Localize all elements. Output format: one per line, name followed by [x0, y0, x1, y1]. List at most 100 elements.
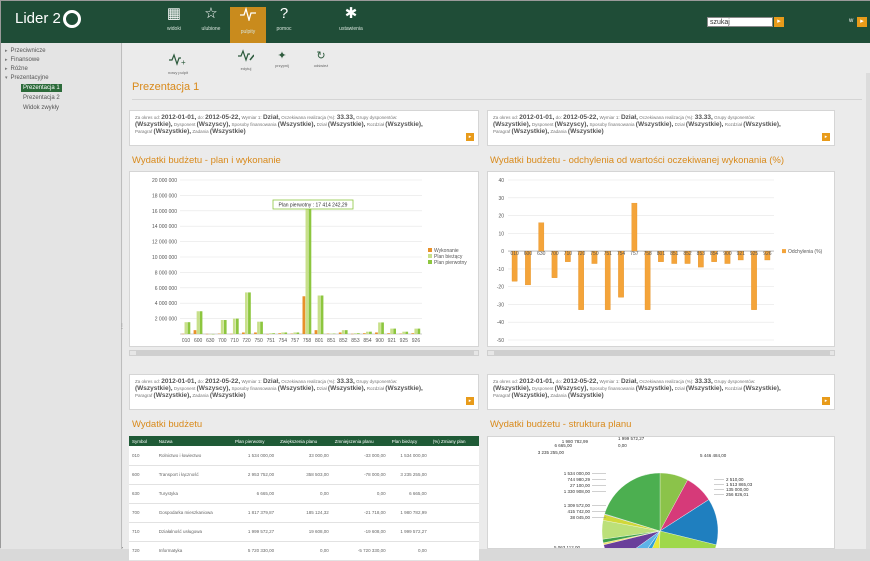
x-tick-label: 921 — [388, 338, 397, 344]
sidebar: ▸Przeciwnicze ▸Finansowe ▸Różne ▾Prezent… — [1, 43, 122, 549]
expand-arrow-icon: ▸ — [5, 48, 8, 54]
new-dashboard-button[interactable]: + nowy pulpit — [163, 53, 193, 75]
bar-chart-scrollbar[interactable] — [129, 350, 479, 356]
table-cell: -21 718,00 — [332, 503, 389, 522]
filter-apply-button[interactable]: ▸ — [466, 397, 474, 405]
sidebar-item-prezentacja-1[interactable]: Prezentacja 1 — [21, 84, 62, 92]
x-tick-label: 720 — [242, 338, 251, 344]
user-menu-button[interactable]: ▸ — [857, 17, 867, 27]
bar — [242, 332, 245, 334]
bar — [632, 203, 637, 251]
table-cell: 710 — [129, 522, 156, 541]
page-scrollbar[interactable] — [866, 73, 870, 549]
x-tick-label: 700 — [550, 251, 559, 257]
table-row[interactable]: 600Transport i łączność2 953 752,00358 5… — [129, 465, 479, 484]
bar — [185, 322, 188, 334]
sidebar-item-finansowe[interactable]: ▸Finansowe — [5, 56, 40, 64]
scroll-thumb[interactable] — [494, 351, 830, 355]
y-tick-label: -50 — [497, 338, 504, 344]
pie-label: 3 235 255,00 — [538, 450, 565, 455]
table-cell: 358 503,00 — [277, 465, 332, 484]
app-logo[interactable]: Lider 2 — [15, 10, 81, 28]
filter-apply-button[interactable]: ▸ — [822, 397, 830, 405]
table-cell: 1 817 379,87 — [232, 503, 277, 522]
nav-pomoc-button[interactable]: ? pomoc — [266, 5, 302, 39]
bar — [194, 330, 197, 334]
column-header[interactable]: (%) Zmiany plan — [430, 436, 479, 446]
table-cell: Rolnictwo i łowiectwo — [156, 446, 232, 465]
table-cell: 1 999 572,27 — [232, 522, 277, 541]
column-header[interactable]: Zwiększenia planu — [277, 436, 332, 446]
column-header[interactable]: Plan pierwotny — [232, 436, 277, 446]
x-tick-label: 750 — [590, 251, 599, 257]
sidebar-item-label: Widok zwykły — [23, 105, 59, 111]
toolbar-label: edytuj — [231, 66, 261, 71]
bar — [369, 332, 372, 334]
nav-label: pomoc — [266, 26, 302, 32]
sidebar-item-przeciwnicze[interactable]: ▸Przeciwnicze — [5, 47, 46, 55]
bar — [200, 311, 203, 334]
x-tick-label: 720 — [577, 251, 586, 257]
x-tick-label: 750 — [254, 338, 263, 344]
refresh-button[interactable]: ↻ odśwież — [306, 49, 336, 68]
bar — [605, 251, 610, 310]
sidebar-item-rozne[interactable]: ▸Różne — [5, 65, 28, 73]
bar — [363, 333, 366, 334]
filter-summary-4: Za okres od: 2012-01-01, do: 2012-05-22,… — [487, 374, 835, 410]
sidebar-item-widok-zwykly[interactable]: Widok zwykły — [23, 104, 59, 112]
sidebar-item-prezentacyjne[interactable]: ▾Prezentacyjne — [5, 74, 49, 82]
edit-button[interactable]: edytuj — [231, 49, 261, 71]
search-go-button[interactable]: ▸ — [774, 17, 784, 27]
search-input[interactable]: szukaj — [707, 17, 773, 27]
x-tick-label: 751 — [267, 338, 276, 344]
toolbar-label: odśwież — [306, 63, 336, 68]
table-cell: 0,00 — [277, 484, 332, 503]
deviation-chart-title: Wydatki budżetu - odchylenia od wartości… — [490, 155, 784, 166]
scroll-thumb[interactable] — [136, 351, 474, 355]
x-tick-label: 754 — [279, 338, 288, 344]
bar — [381, 322, 384, 334]
filter-apply-button[interactable]: ▸ — [822, 133, 830, 141]
nav-ustawienia-button[interactable]: ✱ ustawienia — [333, 5, 369, 39]
table-cell: 1 980 782,99 — [389, 503, 430, 522]
y-tick-label: 16 000 000 — [152, 209, 177, 215]
nav-ulubione-button[interactable]: ☆ ulubione — [193, 5, 229, 39]
refresh-icon: ↻ — [306, 49, 336, 63]
bar — [354, 333, 357, 334]
sidebar-item-prezentacja-2[interactable]: Prezentacja 2 — [23, 94, 60, 102]
nav-label: ustawienia — [333, 26, 369, 32]
table-row[interactable]: 010Rolnictwo i łowiectwo1 534 000,0033 0… — [129, 446, 479, 465]
nav-widoki-button[interactable]: ▦ widoki — [156, 5, 192, 39]
bar — [315, 330, 318, 334]
column-header[interactable]: Zmniejszenia planu — [332, 436, 389, 446]
bar — [339, 332, 342, 334]
column-header[interactable]: Plan bieżący — [389, 436, 430, 446]
x-tick-label: 630 — [537, 251, 546, 257]
x-tick-label: 010 — [510, 251, 519, 257]
table-row[interactable]: 710Działalność usługowa1 999 572,2719 60… — [129, 522, 479, 541]
pie-chart: 1 980 782,991 999 572,270,006 665,003 23… — [488, 437, 834, 549]
table-row[interactable]: 720Informatyka5 720 330,000,00-5 720 330… — [129, 541, 479, 560]
bar-chart-panel: 2 000 0004 000 0006 000 0008 000 00010 0… — [129, 171, 479, 347]
pie-label: 0,00 — [618, 443, 627, 448]
grid-icon: ▦ — [156, 5, 192, 23]
nav-pulpity-button[interactable]: pulpity — [230, 7, 266, 43]
table-row[interactable]: 700Gospodarka mieszkaniowa1 817 379,8718… — [129, 503, 479, 522]
x-tick-label: 757 — [291, 338, 300, 344]
filter-apply-button[interactable]: ▸ — [466, 133, 474, 141]
logo-ring-icon — [63, 10, 81, 28]
page-title: Prezentacja 1 — [132, 81, 199, 93]
y-tick-label: 10 000 000 — [152, 255, 177, 261]
bar — [411, 333, 414, 334]
deviation-chart-scrollbar[interactable] — [487, 350, 835, 356]
bar — [645, 251, 650, 310]
table-cell: 1 534 000,00 — [389, 446, 430, 465]
column-header[interactable]: Symbol — [129, 436, 156, 446]
bar — [357, 333, 360, 334]
pie-label: 744 980,29 — [567, 477, 590, 482]
pin-button[interactable]: ✦ przypnij — [267, 49, 297, 68]
x-tick-label: 600 — [194, 338, 203, 344]
bar — [188, 322, 191, 334]
table-row[interactable]: 630Turystyka6 665,000,000,006 665,00 — [129, 484, 479, 503]
column-header[interactable]: Nazwa — [156, 436, 232, 446]
